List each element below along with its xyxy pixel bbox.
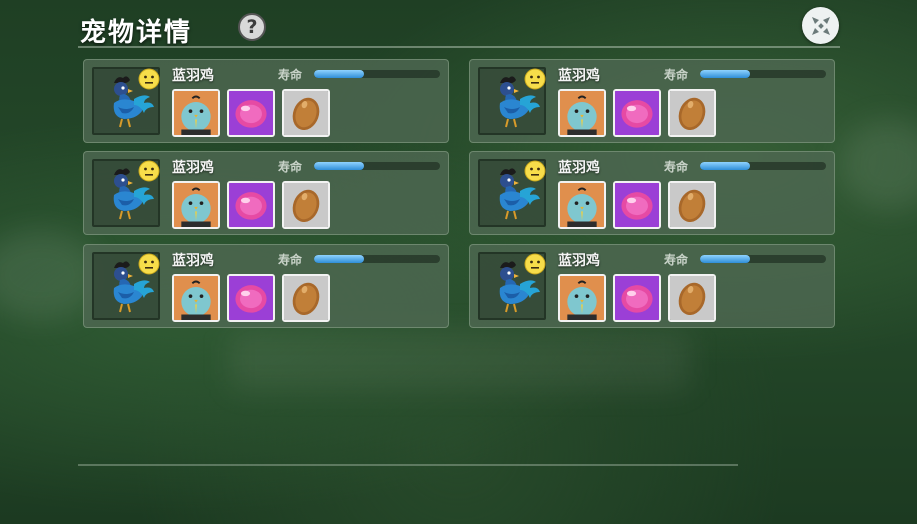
item-slot-2[interactable] bbox=[227, 181, 275, 229]
pet-name: 蓝羽鸡 bbox=[172, 253, 214, 269]
item-slot-1[interactable] bbox=[558, 274, 606, 322]
life-bar bbox=[314, 70, 440, 78]
life-bar bbox=[700, 70, 826, 78]
life-bar-fill bbox=[700, 70, 751, 78]
item-slot-1[interactable] bbox=[558, 181, 606, 229]
pet-card[interactable]: 蓝羽鸡 寿命 bbox=[83, 244, 449, 328]
life-bar-fill bbox=[700, 162, 751, 170]
question-mark-icon: ? bbox=[246, 16, 258, 38]
footer-divider bbox=[78, 464, 738, 466]
item-slot-2[interactable] bbox=[613, 181, 661, 229]
pet-name: 蓝羽鸡 bbox=[558, 160, 600, 176]
item-slot-3[interactable] bbox=[668, 274, 716, 322]
neutral-face-icon bbox=[524, 160, 546, 182]
blue-bird-card-icon bbox=[560, 276, 604, 320]
pink-gem-icon bbox=[615, 91, 659, 135]
pink-gem-icon bbox=[615, 276, 659, 320]
egg-icon bbox=[670, 276, 714, 320]
life-bar-fill bbox=[314, 70, 365, 78]
pet-card[interactable]: 蓝羽鸡 寿命 bbox=[469, 244, 835, 328]
pet-card[interactable]: 蓝羽鸡 寿命 bbox=[469, 151, 835, 235]
pet-card[interactable]: 蓝羽鸡 寿命 bbox=[83, 151, 449, 235]
close-button[interactable] bbox=[802, 7, 839, 44]
page-title: 宠物详情 bbox=[80, 18, 193, 48]
item-slot-2[interactable] bbox=[227, 274, 275, 322]
life-bar bbox=[314, 162, 440, 170]
item-slot-2[interactable] bbox=[613, 274, 661, 322]
egg-icon bbox=[284, 91, 328, 135]
life-bar bbox=[314, 255, 440, 263]
life-label: 寿命 bbox=[278, 68, 303, 82]
neutral-face-icon bbox=[138, 68, 160, 90]
blue-bird-card-icon bbox=[174, 276, 218, 320]
neutral-face-icon bbox=[138, 160, 160, 182]
life-bar bbox=[700, 255, 826, 263]
item-slot-1[interactable] bbox=[172, 274, 220, 322]
item-slot-1[interactable] bbox=[172, 181, 220, 229]
item-slot-3[interactable] bbox=[668, 89, 716, 137]
item-slot-3[interactable] bbox=[282, 274, 330, 322]
life-label: 寿命 bbox=[278, 160, 303, 174]
blue-bird-card-icon bbox=[174, 91, 218, 135]
pink-gem-icon bbox=[229, 276, 273, 320]
help-button[interactable]: ? bbox=[238, 13, 266, 41]
pink-gem-icon bbox=[229, 183, 273, 227]
pink-gem-icon bbox=[229, 91, 273, 135]
life-bar-fill bbox=[700, 255, 751, 263]
background-blur bbox=[840, 120, 917, 210]
neutral-face-icon bbox=[524, 253, 546, 275]
item-slot-3[interactable] bbox=[282, 89, 330, 137]
neutral-face-icon bbox=[524, 68, 546, 90]
item-slot-1[interactable] bbox=[172, 89, 220, 137]
egg-icon bbox=[284, 276, 328, 320]
life-bar bbox=[700, 162, 826, 170]
neutral-face-icon bbox=[138, 253, 160, 275]
egg-icon bbox=[284, 183, 328, 227]
egg-icon bbox=[670, 91, 714, 135]
egg-icon bbox=[670, 183, 714, 227]
life-label: 寿命 bbox=[664, 253, 689, 267]
blue-bird-card-icon bbox=[174, 183, 218, 227]
item-slot-3[interactable] bbox=[668, 181, 716, 229]
life-bar-fill bbox=[314, 162, 365, 170]
header-divider bbox=[78, 46, 840, 48]
background-blur bbox=[230, 330, 690, 390]
header: 宠物详情 ? bbox=[80, 7, 840, 48]
pet-name: 蓝羽鸡 bbox=[172, 160, 214, 176]
pet-name: 蓝羽鸡 bbox=[558, 253, 600, 269]
life-label: 寿命 bbox=[664, 160, 689, 174]
item-slot-2[interactable] bbox=[613, 89, 661, 137]
life-label: 寿命 bbox=[278, 253, 303, 267]
blue-bird-card-icon bbox=[560, 183, 604, 227]
pet-name: 蓝羽鸡 bbox=[558, 68, 600, 84]
pet-card[interactable]: 蓝羽鸡 寿命 bbox=[469, 59, 835, 143]
item-slot-3[interactable] bbox=[282, 181, 330, 229]
pet-name: 蓝羽鸡 bbox=[172, 68, 214, 84]
blue-bird-card-icon bbox=[560, 91, 604, 135]
pink-gem-icon bbox=[615, 183, 659, 227]
life-bar-fill bbox=[314, 255, 365, 263]
life-label: 寿命 bbox=[664, 68, 689, 82]
pet-card[interactable]: 蓝羽鸡 寿命 bbox=[83, 59, 449, 143]
item-slot-1[interactable] bbox=[558, 89, 606, 137]
item-slot-2[interactable] bbox=[227, 89, 275, 137]
close-x-icon bbox=[811, 16, 830, 35]
